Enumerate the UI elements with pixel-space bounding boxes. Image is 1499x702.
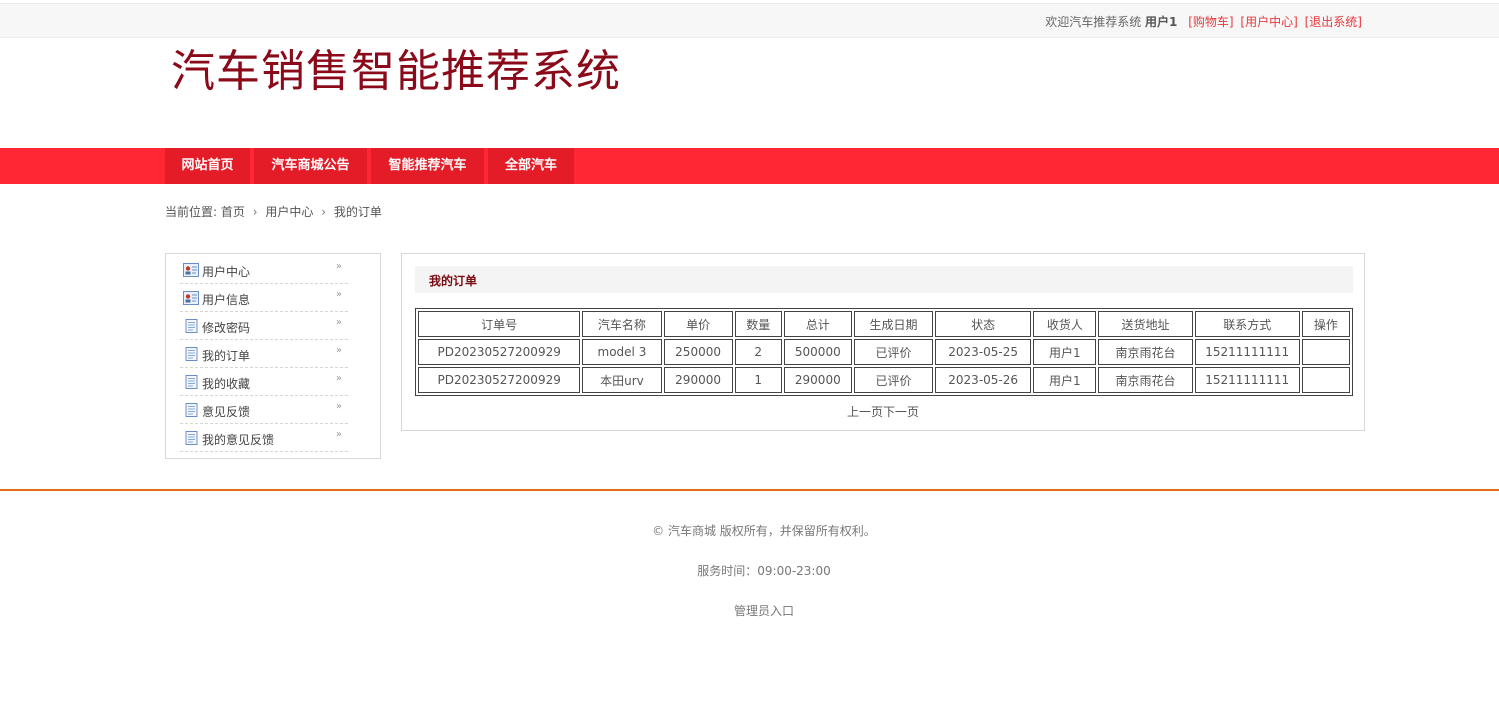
cell-created-date: 已评价 bbox=[853, 367, 934, 393]
column-header-unit-price: 单价 bbox=[663, 311, 733, 337]
cell-recipient: 用户1 bbox=[1033, 367, 1097, 393]
sidebar-item-my-orders[interactable]: 我的订单 » bbox=[180, 340, 348, 368]
sidebar-item-user-info[interactable]: 用户信息 » bbox=[180, 284, 348, 312]
sidebar-item-label: 我的意见反馈 bbox=[202, 433, 275, 447]
breadcrumb: 当前位置: 首页 › 用户中心 › 我的订单 bbox=[165, 203, 382, 220]
sidebar-item-label: 用户信息 bbox=[202, 293, 251, 307]
chevron-right-icon: » bbox=[335, 401, 342, 412]
sidebar-item-label: 我的订单 bbox=[202, 349, 251, 363]
pagination: 上一页下一页 bbox=[401, 403, 1365, 420]
breadcrumb-prefix: 当前位置: bbox=[165, 205, 218, 219]
breadcrumb-separator: › bbox=[252, 205, 258, 219]
breadcrumb-home[interactable]: 首页 bbox=[221, 205, 245, 219]
column-header-car-name: 汽车名称 bbox=[582, 311, 662, 337]
cell-total: 500000 bbox=[783, 339, 852, 365]
cell-unit-price: 290000 bbox=[663, 367, 733, 393]
chevron-right-icon: » bbox=[335, 261, 342, 272]
top-bar: 欢迎汽车推荐系统 用户1 [购物车] [用户中心] [退出系统] bbox=[0, 3, 1499, 38]
footer-copyright: © 汽车商城 版权所有，并保留所有权利。 bbox=[652, 524, 876, 538]
chevron-right-icon: » bbox=[335, 317, 342, 328]
cart-link[interactable]: [购物车] bbox=[1188, 15, 1233, 29]
site-title: 汽车销售智能推荐系统 bbox=[171, 46, 621, 97]
chevron-right-icon: » bbox=[335, 429, 342, 440]
column-header-address: 送货地址 bbox=[1098, 311, 1193, 337]
column-header-contact: 联系方式 bbox=[1194, 311, 1300, 337]
welcome-text: 欢迎汽车推荐系统 bbox=[1045, 15, 1142, 29]
column-header-created-date: 生成日期 bbox=[853, 311, 934, 337]
cell-car-name: model 3 bbox=[582, 339, 662, 365]
cell-action[interactable] bbox=[1301, 339, 1350, 365]
chevron-right-icon: » bbox=[335, 373, 342, 384]
cell-quantity: 1 bbox=[734, 367, 782, 393]
document-icon bbox=[185, 403, 198, 417]
chevron-right-icon: » bbox=[335, 345, 342, 356]
orders-table: 订单号 汽车名称 单价 数量 总计 生成日期 状态 收货人 送货地址 联系方式 … bbox=[415, 308, 1353, 396]
main-nav: 网站首页 汽车商城公告 智能推荐汽车 全部汽车 bbox=[0, 148, 1499, 184]
next-page-link[interactable]: 下一页 bbox=[883, 405, 919, 419]
breadcrumb-user-center[interactable]: 用户中心 bbox=[265, 205, 313, 219]
table-header-row: 订单号 汽车名称 单价 数量 总计 生成日期 状态 收货人 送货地址 联系方式 … bbox=[418, 311, 1350, 337]
column-header-recipient: 收货人 bbox=[1033, 311, 1097, 337]
document-icon bbox=[185, 347, 198, 361]
sidebar-item-my-favorites[interactable]: 我的收藏 » bbox=[180, 368, 348, 396]
table-row: PD20230527200929 model 3 250000 2 500000… bbox=[418, 339, 1350, 365]
username: 用户1 bbox=[1145, 15, 1178, 29]
cell-total: 290000 bbox=[783, 367, 852, 393]
id-card-icon bbox=[183, 263, 199, 277]
user-sidebar: 用户中心 » 用户信息 » 修改密码 » 我的订单 » 我的收藏 » 意见反馈 … bbox=[165, 253, 381, 459]
sidebar-item-user-center[interactable]: 用户中心 » bbox=[180, 256, 348, 284]
sidebar-item-label: 我的收藏 bbox=[202, 377, 251, 391]
sidebar-item-my-feedback[interactable]: 我的意见反馈 » bbox=[180, 424, 348, 452]
id-card-icon bbox=[183, 291, 199, 305]
footer-service-hours: 服务时间：09:00-23:00 bbox=[697, 564, 831, 578]
user-center-link[interactable]: [用户中心] bbox=[1240, 15, 1297, 29]
column-header-total: 总计 bbox=[783, 311, 852, 337]
chevron-right-icon: » bbox=[335, 289, 342, 300]
top-bar-user-area: 欢迎汽车推荐系统 用户1 [购物车] [用户中心] [退出系统] bbox=[1045, 13, 1362, 30]
orders-panel-title: 我的订单 bbox=[429, 274, 478, 288]
column-header-quantity: 数量 bbox=[734, 311, 782, 337]
footer-divider bbox=[0, 489, 1499, 491]
cell-status: 2023-05-26 bbox=[935, 367, 1032, 393]
column-header-action: 操作 bbox=[1301, 311, 1350, 337]
nav-recommended-cars[interactable]: 智能推荐汽车 bbox=[371, 148, 484, 184]
sidebar-item-label: 修改密码 bbox=[202, 321, 251, 335]
sidebar-item-label: 意见反馈 bbox=[202, 405, 251, 419]
breadcrumb-my-orders: 我的订单 bbox=[333, 205, 382, 219]
sidebar-item-change-password[interactable]: 修改密码 » bbox=[180, 312, 348, 340]
document-icon bbox=[185, 375, 198, 389]
sidebar-item-label: 用户中心 bbox=[202, 265, 251, 279]
cell-order-no: PD20230527200929 bbox=[418, 367, 581, 393]
nav-announcements[interactable]: 汽车商城公告 bbox=[254, 148, 367, 184]
column-header-status: 状态 bbox=[935, 311, 1032, 337]
admin-entry-link[interactable]: 管理员入口 bbox=[0, 602, 1499, 619]
column-header-order-no: 订单号 bbox=[418, 311, 581, 337]
logout-link[interactable]: [退出系统] bbox=[1305, 15, 1362, 29]
orders-panel-header: 我的订单 bbox=[415, 266, 1353, 293]
breadcrumb-separator: › bbox=[321, 205, 327, 219]
cell-unit-price: 250000 bbox=[663, 339, 733, 365]
cell-address: 南京雨花台 bbox=[1098, 339, 1193, 365]
sidebar-item-feedback[interactable]: 意见反馈 » bbox=[180, 396, 348, 424]
table-row: PD20230527200929 本田urv 290000 1 290000 已… bbox=[418, 367, 1350, 393]
cell-contact: 15211111111 bbox=[1194, 339, 1300, 365]
document-icon bbox=[185, 431, 198, 445]
cell-order-no: PD20230527200929 bbox=[418, 339, 581, 365]
cell-recipient: 用户1 bbox=[1033, 339, 1097, 365]
nav-all-cars[interactable]: 全部汽车 bbox=[488, 148, 574, 184]
cell-car-name: 本田urv bbox=[582, 367, 662, 393]
cell-created-date: 已评价 bbox=[853, 339, 934, 365]
nav-home[interactable]: 网站首页 bbox=[165, 148, 250, 184]
cell-quantity: 2 bbox=[734, 339, 782, 365]
document-icon bbox=[185, 319, 198, 333]
cell-action[interactable] bbox=[1301, 367, 1350, 393]
cell-address: 南京雨花台 bbox=[1098, 367, 1193, 393]
cell-status: 2023-05-25 bbox=[935, 339, 1032, 365]
prev-page-link[interactable]: 上一页 bbox=[847, 405, 883, 419]
cell-contact: 15211111111 bbox=[1194, 367, 1300, 393]
